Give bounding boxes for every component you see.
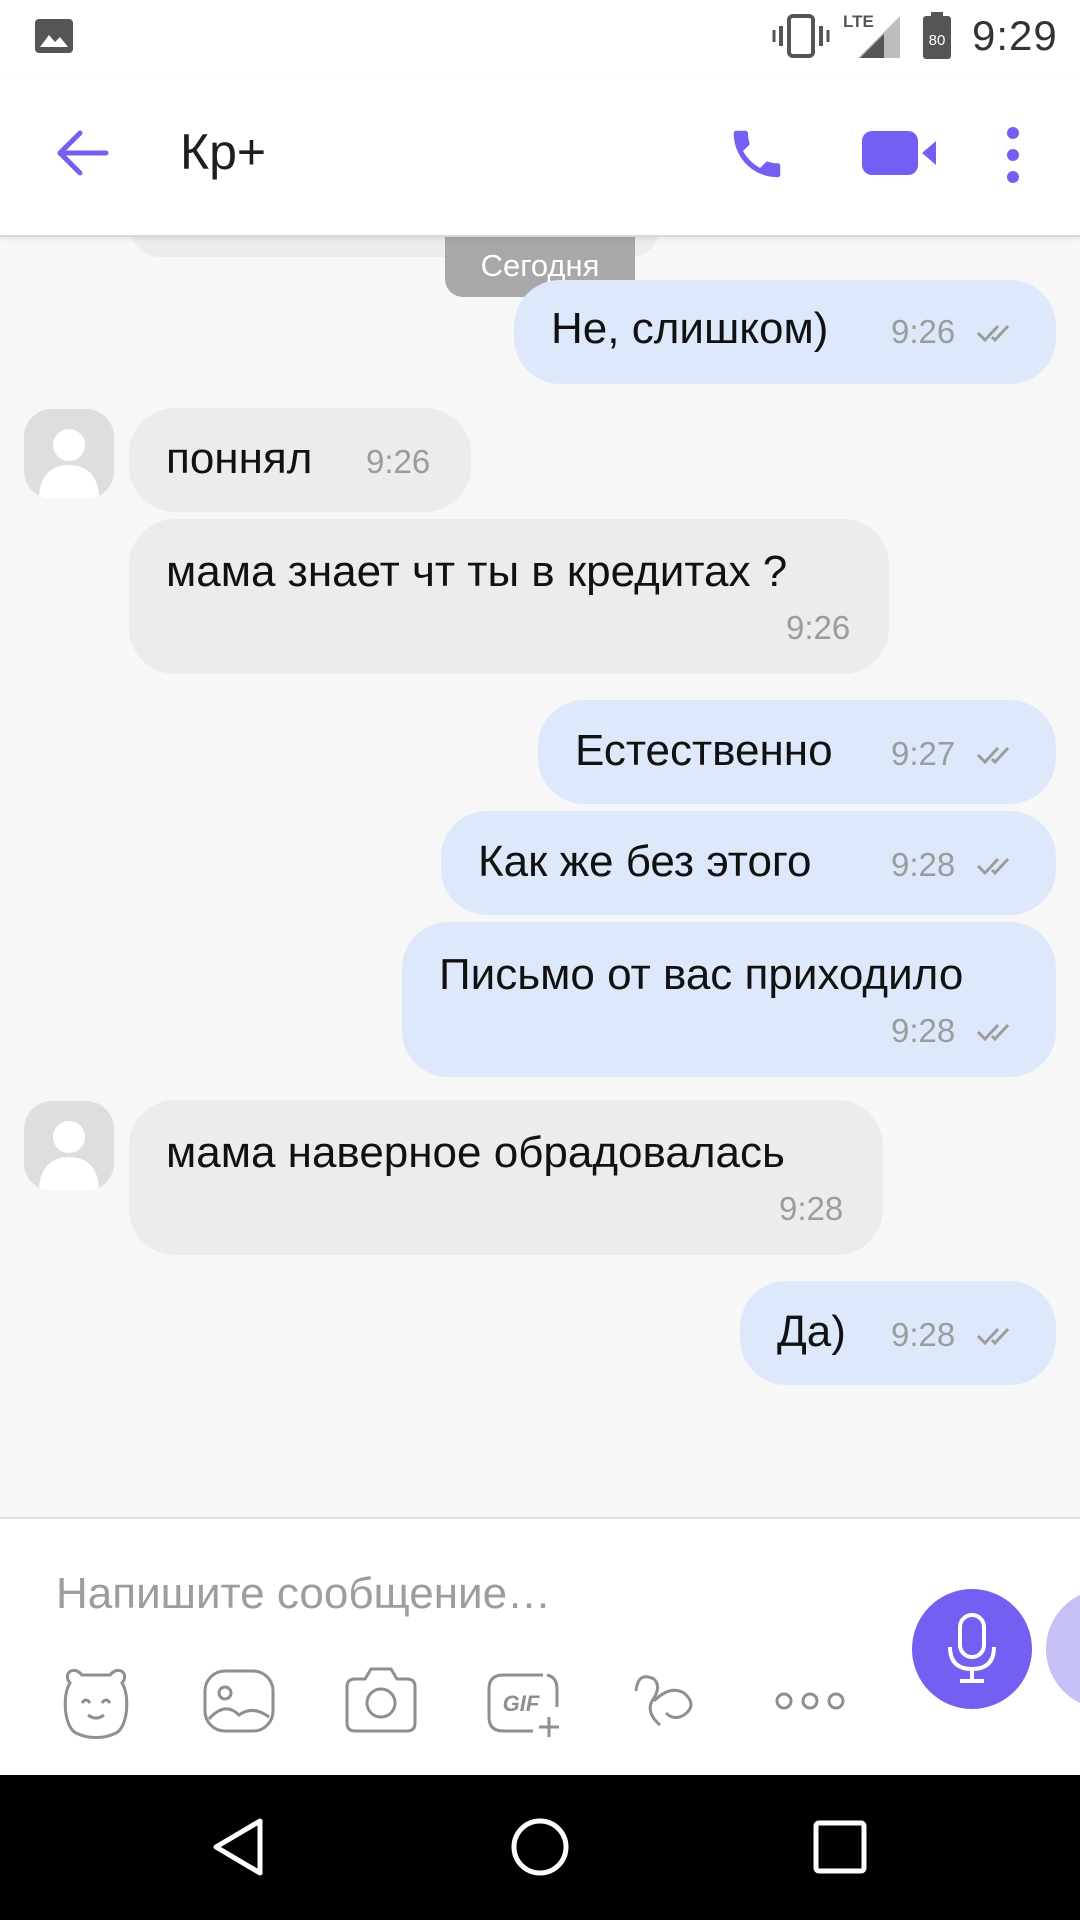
message-text: Естественно — [575, 726, 833, 775]
message-text: Да) — [777, 1307, 846, 1356]
secondary-action-button[interactable] — [1046, 1589, 1080, 1709]
message-time: 9:26 — [891, 313, 956, 350]
message-text: Как же без этого — [478, 837, 812, 886]
double-check-icon — [976, 1023, 1010, 1042]
home-circle-icon[interactable] — [508, 1815, 572, 1879]
double-check-icon — [976, 746, 1010, 765]
avatar[interactable] — [24, 409, 114, 499]
system-navigation-bar — [0, 1775, 1080, 1920]
message-text: поннял — [166, 434, 313, 483]
clock: 9:29 — [972, 12, 1058, 59]
recents-square-icon[interactable] — [808, 1815, 872, 1879]
double-check-icon — [976, 1327, 1010, 1346]
microphone-icon — [948, 1613, 996, 1683]
message-input[interactable] — [56, 1559, 876, 1629]
message-bubble-incoming[interactable]: мама наверное обрадовалась 9:28 — [129, 1100, 883, 1255]
message-time: 9:28 — [891, 1012, 956, 1049]
double-check-icon — [976, 324, 1010, 343]
doodle-icon[interactable] — [626, 1661, 706, 1741]
message-bubble-outgoing[interactable]: Как же без этого 9:28 — [441, 811, 1056, 915]
camera-icon[interactable] — [341, 1661, 421, 1741]
chat-header: Кр+ — [0, 75, 1080, 237]
message-text: Письмо от вас приходило — [439, 950, 964, 999]
message-time: 9:28 — [891, 846, 956, 883]
default-avatar-icon — [39, 429, 99, 499]
message-time: 9:28 — [891, 1316, 956, 1353]
battery-level: 80 — [929, 32, 946, 49]
message-time: 9:28 — [779, 1190, 844, 1227]
gallery-icon — [35, 19, 73, 53]
status-bar: LTE 80 9:29 — [0, 0, 1080, 75]
message-text: Не, слишком) — [551, 304, 829, 353]
message-bubble-outgoing[interactable]: Письмо от вас приходило 9:28 — [402, 922, 1056, 1077]
message-composer: GIF — [0, 1517, 1080, 1775]
message-bubble-outgoing[interactable]: Естественно 9:27 — [538, 700, 1056, 804]
back-arrow-icon[interactable] — [54, 125, 110, 181]
vibrate-icon — [772, 14, 830, 58]
message-bubble-outgoing[interactable]: Не, слишком) 9:26 — [514, 280, 1056, 384]
message-time: 9:26 — [366, 443, 431, 480]
back-triangle-icon[interactable] — [208, 1815, 272, 1879]
message-list[interactable]: Сегодня Не, слишком) 9:26 поннял 9:26 ма… — [0, 237, 1080, 1517]
message-text: мама знает чт ты в кредитах ? — [166, 547, 788, 596]
double-check-icon — [976, 857, 1010, 876]
svg-text:GIF: GIF — [503, 1691, 540, 1716]
message-bubble-incoming[interactable]: мама знает чт ты в кредитах ? 9:26 — [129, 519, 889, 674]
phone-icon[interactable] — [726, 123, 788, 185]
video-camera-icon[interactable] — [862, 127, 938, 179]
chat-screen: LTE 80 9:29 Кр+ Сегодня Не, слишком) 9:2… — [0, 0, 1080, 1920]
message-time: 9:27 — [891, 735, 956, 772]
message-text: мама наверное обрадовалась — [166, 1128, 785, 1177]
message-time: 9:26 — [786, 609, 851, 646]
signal-icon — [858, 16, 900, 58]
gif-icon[interactable]: GIF — [483, 1661, 563, 1741]
more-vert-icon[interactable] — [1005, 125, 1021, 185]
gallery-icon[interactable] — [199, 1661, 279, 1741]
more-horiz-icon[interactable] — [770, 1661, 850, 1741]
avatar[interactable] — [24, 1101, 114, 1191]
message-bubble-outgoing[interactable]: Да) 9:28 — [740, 1281, 1056, 1385]
default-avatar-icon — [39, 1121, 99, 1191]
battery-icon: 80 — [923, 12, 951, 59]
voice-message-button[interactable] — [912, 1589, 1032, 1709]
contact-name[interactable]: Кр+ — [180, 123, 266, 181]
sticker-icon[interactable] — [56, 1661, 136, 1741]
message-bubble-incoming[interactable]: поннял 9:26 — [129, 408, 471, 512]
